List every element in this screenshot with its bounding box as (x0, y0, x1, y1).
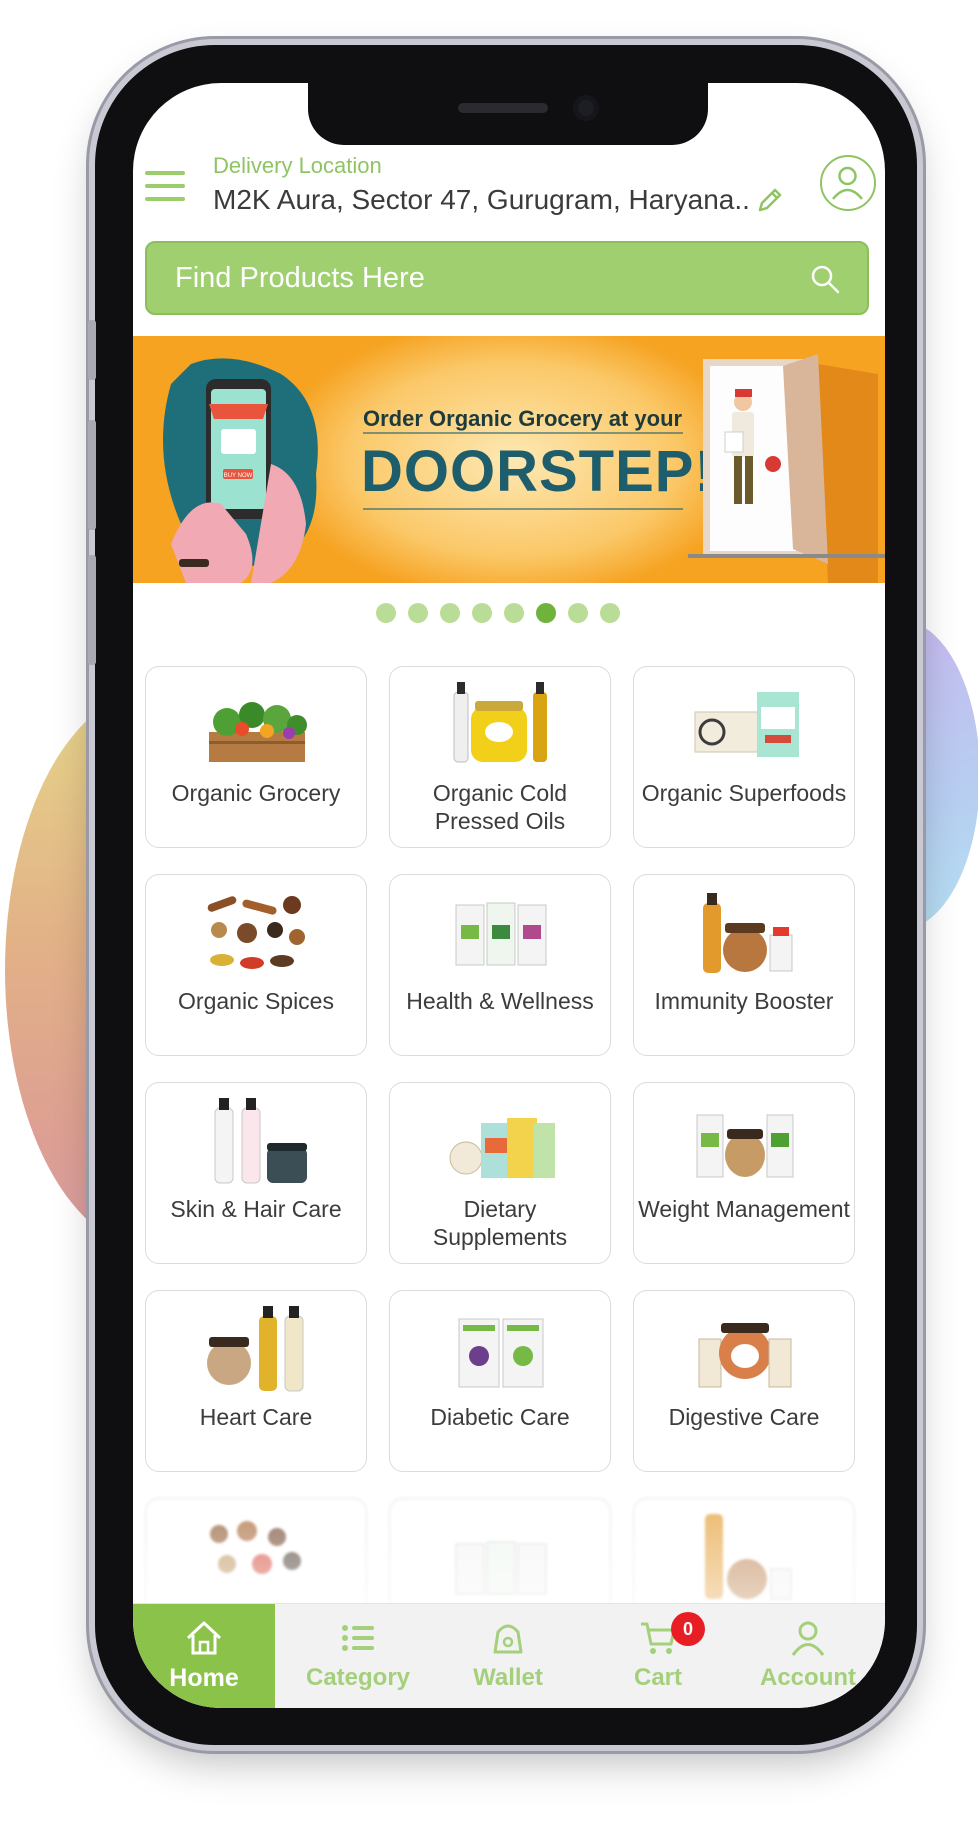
category-card-cold-pressed-oils[interactable]: Organic Cold Pressed Oils (389, 666, 611, 848)
carousel-dot[interactable] (600, 603, 620, 623)
nav-home-label: Home (169, 1664, 239, 1692)
cart-count-badge: 0 (671, 1612, 705, 1646)
nav-wallet[interactable]: Wallet (433, 1604, 583, 1708)
category-card-weight-management[interactable]: Weight Management (633, 1082, 855, 1264)
phone-volume-down-button (88, 555, 96, 665)
nav-home[interactable]: Home (133, 1604, 275, 1708)
promo-banner[interactable]: BUY NOW Order Organic Grocery at your DO… (133, 336, 885, 583)
category-label: Digestive Care (668, 1404, 820, 1430)
spices-image (207, 896, 305, 969)
phone-notch (308, 83, 708, 145)
heart-care-products-image (207, 1306, 304, 1392)
category-label: Organic Grocery (171, 780, 341, 806)
phone-side-button (88, 320, 96, 380)
nav-category-label: Category (305, 1664, 411, 1691)
bottom-navigation: Home Category Wallet 0 Cart Account (133, 1603, 885, 1708)
delivery-location-label: Delivery Location (213, 153, 382, 178)
carousel-dot[interactable] (472, 603, 492, 623)
digestive-care-jar-image (698, 1323, 792, 1388)
category-card-immunity-booster[interactable]: Immunity Booster (633, 874, 855, 1056)
home-icon (186, 1621, 222, 1655)
weight-management-image (696, 1114, 794, 1178)
category-label: Organic Cold Pressed Oils (432, 780, 568, 834)
category-label: Weight Management (638, 1196, 850, 1222)
speaker-grille (458, 103, 548, 113)
nav-wallet-label: Wallet (473, 1664, 543, 1691)
list-icon (342, 1625, 374, 1651)
nav-cart[interactable]: 0 Cart (583, 1604, 733, 1708)
search-icon[interactable] (809, 263, 841, 295)
category-label: Dietary Supplements (432, 1196, 568, 1250)
category-card-skin-hair-care[interactable]: Skin & Hair Care (145, 1082, 367, 1264)
category-label: Immunity Booster (654, 988, 834, 1014)
search-bar[interactable]: Find Products Here (145, 241, 869, 315)
vegetable-crate-image (209, 702, 307, 762)
nav-category[interactable]: Category (283, 1604, 433, 1708)
category-label: Heart Care (199, 1404, 313, 1430)
search-input[interactable]: Find Products Here (175, 262, 425, 295)
user-icon (791, 1621, 825, 1656)
diabetic-care-boxes-image (458, 1318, 544, 1388)
menu-icon[interactable] (145, 171, 187, 203)
banner-rule-bottom (363, 508, 683, 510)
carousel-dot[interactable] (504, 603, 524, 623)
category-card-organic-superfoods[interactable]: Organic Superfoods (633, 666, 855, 848)
category-card-health-wellness[interactable]: Health & Wellness (389, 874, 611, 1056)
supplement-packs-image (449, 1118, 555, 1178)
delivery-location-value[interactable]: M2K Aura, Sector 47, Gurugram, Haryana..… (213, 184, 748, 216)
category-card-digestive-care[interactable]: Digestive Care (633, 1290, 855, 1472)
oil-bottles-image (453, 682, 547, 763)
nav-cart-label: Cart (633, 1664, 682, 1691)
carousel-dot[interactable] (408, 603, 428, 623)
carousel-dot[interactable] (568, 603, 588, 623)
quinoa-flaxseed-box-image (694, 692, 799, 757)
edit-pencil-icon[interactable] (755, 185, 785, 215)
doorstep-delivery-illustration (688, 354, 885, 583)
category-card-dietary-supplements[interactable]: Dietary Supplements (389, 1082, 611, 1264)
category-card-organic-grocery[interactable]: Organic Grocery (145, 666, 367, 848)
category-label: Organic Spices (178, 988, 334, 1014)
immunity-products-image (703, 893, 793, 973)
scroll-fade-overlay (133, 1478, 885, 1608)
profile-avatar-button[interactable] (820, 155, 876, 211)
wallet-icon (493, 1624, 523, 1654)
carousel-dot-active[interactable] (536, 603, 556, 623)
nav-account[interactable]: Account (733, 1604, 883, 1708)
carousel-dot[interactable] (440, 603, 460, 623)
phone-volume-up-button (88, 420, 96, 530)
category-card-organic-spices[interactable]: Organic Spices (145, 874, 367, 1056)
category-card-heart-care[interactable]: Heart Care (145, 1290, 367, 1472)
skin-hair-bottles-image (214, 1098, 307, 1184)
phone-buy-now-text: BUY NOW (224, 473, 253, 479)
category-label: Health & Wellness (406, 988, 594, 1014)
wellness-boxes-image (455, 902, 547, 966)
user-icon (832, 166, 863, 200)
banner-rule-top (363, 432, 683, 434)
front-camera (573, 95, 599, 121)
category-label: Diabetic Care (430, 1404, 570, 1430)
category-label: Skin & Hair Care (170, 1196, 342, 1222)
carousel-dot[interactable] (376, 603, 396, 623)
category-card-diabetic-care[interactable]: Diabetic Care (389, 1290, 611, 1472)
banner-subtitle: Order Organic Grocery at your (363, 406, 683, 431)
banner-headline: DOORSTEP! (361, 439, 715, 504)
app-screen: Delivery Location M2K Aura, Sector 47, G… (133, 83, 885, 1708)
phone-shopping-illustration: BUY NOW (163, 358, 318, 583)
category-label: Organic Superfoods (641, 780, 847, 806)
nav-account-label: Account (760, 1664, 856, 1691)
